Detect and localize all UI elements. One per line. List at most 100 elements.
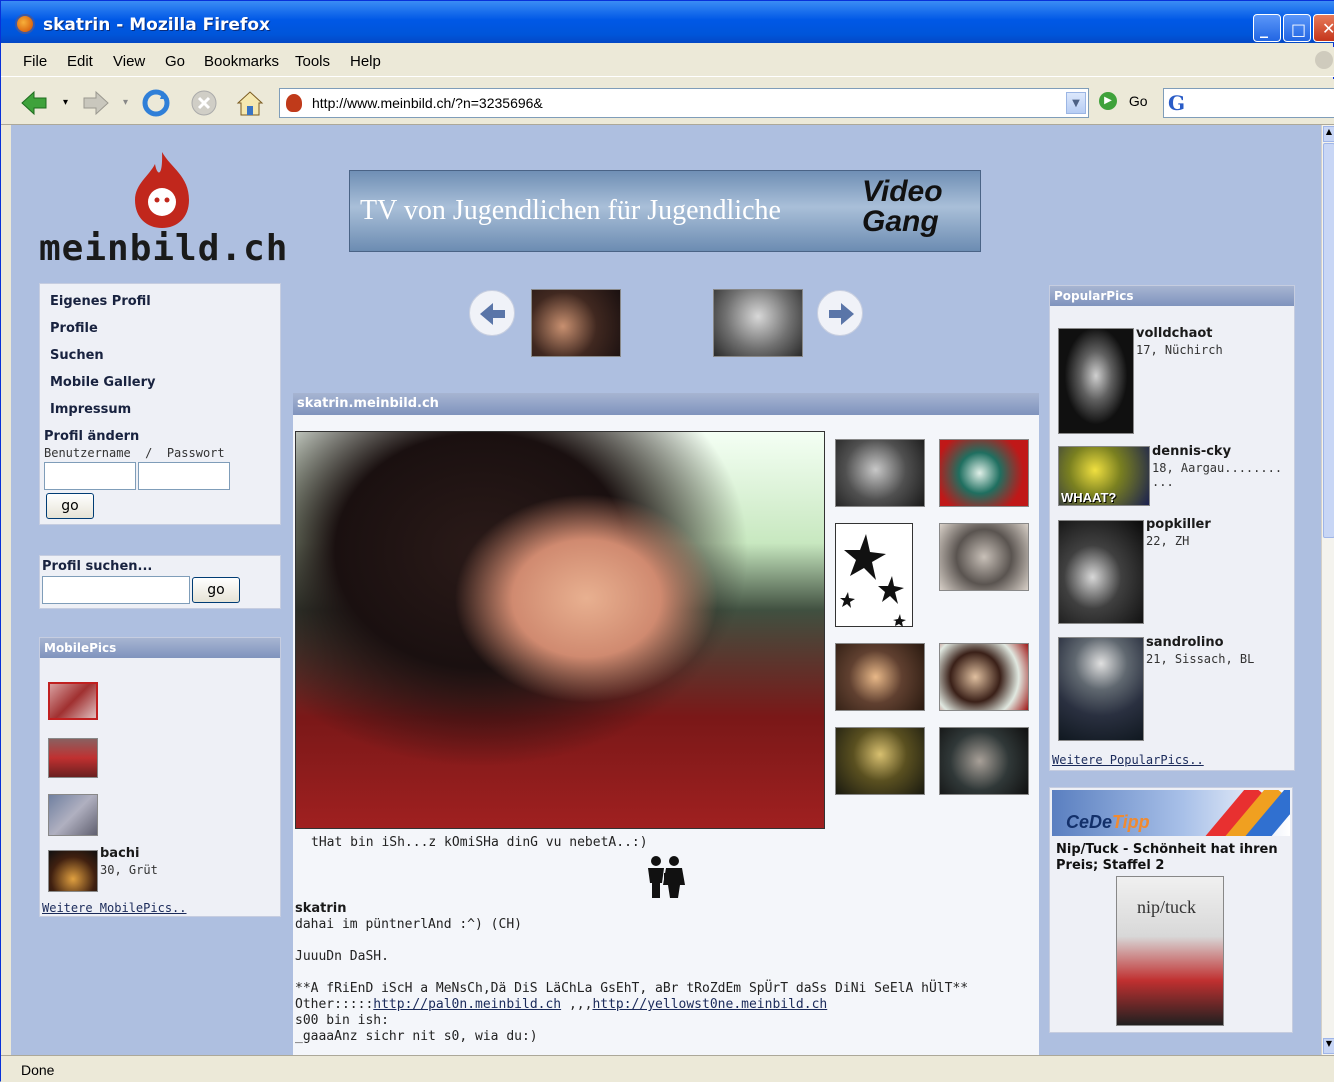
vertical-scrollbar[interactable]: ▲ ▼ [1321,125,1334,1055]
go-area: ▶ Go [1099,92,1148,111]
nav-profile[interactable]: Profile [50,321,98,336]
popular-pic-popkiller[interactable] [1058,520,1144,624]
profile-search-input[interactable] [42,576,190,604]
cede-ad-panel[interactable]: CeDe Tipp Nip/Tuck - Schönheit hat ihren… [1049,787,1293,1033]
address-dropdown-icon[interactable]: ▼ [1066,92,1086,114]
menu-go[interactable]: Go [165,53,185,70]
mobilepics-header: MobilePics [40,638,280,658]
profile-line-7: _gaaaAnz sichr nit s0, wia du:) [295,1029,538,1044]
main-profile-photo[interactable] [295,431,825,829]
right-arrow-icon [829,303,854,325]
video-gang-banner[interactable]: TV von Jugendlichen für Jugendliche Vide… [349,170,981,252]
menu-file[interactable]: File [23,53,47,70]
stop-icon[interactable] [189,89,219,117]
reload-icon[interactable] [141,89,171,117]
home-icon[interactable] [235,89,265,117]
mobilepic-user-name[interactable]: bachi [100,846,140,861]
nav-suchen[interactable]: Suchen [50,348,104,363]
cover-title: nip/tuck [1137,897,1196,917]
mobilepic-bachi[interactable] [48,850,98,892]
minimize-button[interactable]: _ [1253,14,1281,42]
popular-user-3-name[interactable]: popkiller [1146,517,1211,532]
nav-impressum[interactable]: Impressum [50,402,131,417]
gallery-photo-1[interactable] [835,439,925,507]
popular-user-4-info: 21, Sissach, BL [1146,652,1255,666]
scroll-thumb[interactable] [1323,143,1334,538]
popular-user-2-name[interactable]: dennis-cky [1152,444,1231,459]
gallery-photo-6[interactable] [939,643,1029,711]
profile-username: skatrin [295,901,347,916]
other-link-1[interactable]: http://pal0n.meinbild.ch [373,997,561,1012]
nav-panel: Eigenes Profil Profile Suchen Mobile Gal… [39,283,281,525]
cede-tipp: Tipp [1112,812,1150,832]
address-url[interactable]: http://www.meinbild.ch/?n=3235696& [312,95,543,111]
maximize-button[interactable]: □ [1283,14,1311,42]
whaat-text: WHAAT? [1061,490,1117,505]
gallery-photo-7[interactable] [835,727,925,795]
gallery-photo-4[interactable] [939,523,1029,591]
site-favicon [286,94,302,112]
scroll-down-icon[interactable]: ▼ [1323,1038,1334,1054]
menu-tools[interactable]: Tools [295,53,330,70]
niptuck-cover[interactable]: nip/tuck [1116,876,1224,1026]
meinbild-flame-logo-icon [135,152,189,228]
search-box[interactable]: G [1163,88,1334,118]
search-panel: Profil suchen... go [39,555,281,609]
gallery-photo-5[interactable] [835,643,925,711]
search-label: Profil suchen... [42,559,153,574]
page-content: meinbild.ch TV von Jugendlichen für Juge… [11,125,1321,1055]
banner-text: TV von Jugendlichen für Jugendliche [360,195,781,226]
gallery-photo-2[interactable] [939,439,1029,507]
menu-edit[interactable]: Edit [67,53,93,70]
photo-caption: tHat bin iSh...z kOmiSHa dinG vu nebetA.… [311,835,648,850]
profile-line-1: dahai im püntnerlAnd :^) (CH) [295,917,522,932]
popular-pic-dennis-cky[interactable]: WHAAT? [1058,446,1150,506]
firefox-icon [15,14,35,34]
previous-profile-button[interactable] [469,290,515,336]
next-profile-button[interactable] [817,290,863,336]
scroll-up-icon[interactable]: ▲ [1323,126,1334,142]
popular-pic-volldchaot[interactable] [1058,328,1134,434]
go-button[interactable]: Go [1129,93,1148,109]
popular-user-4-name[interactable]: sandrolino [1146,635,1224,650]
nav-mobile-gallery[interactable]: Mobile Gallery [50,375,156,390]
go-icon[interactable]: ▶ [1099,92,1117,111]
profile-line-3: JuuuDn DaSH. [295,949,389,964]
forward-icon[interactable] [81,89,111,117]
gallery-photo-8[interactable] [939,727,1029,795]
mobilepic-3[interactable] [48,794,98,836]
stars-icon [840,534,906,627]
address-bar[interactable]: http://www.meinbild.ch/?n=3235696& ▼ [279,88,1089,118]
mobilepic-2[interactable] [48,738,98,778]
profile-line-5: **A fRiEnD iScH a MeNsCh,Dä DiS LäChLa G… [295,981,969,996]
close-button[interactable]: ✕ [1313,14,1334,42]
mobilepic-1[interactable] [48,682,98,720]
menu-bookmarks[interactable]: Bookmarks [204,53,279,70]
back-dropdown-icon[interactable]: ▾ [63,97,68,108]
back-icon[interactable] [19,89,49,117]
profile-panel: skatrin.meinbild.ch tHat bin iSh...z kOm… [293,393,1039,1055]
more-mobilepics-link[interactable]: Weitere MobilePics.. [42,901,187,915]
more-popularpics-link[interactable]: Weitere PopularPics.. [1052,753,1204,767]
previous-profile-thumb[interactable] [531,289,621,357]
menu-view[interactable]: View [113,53,145,70]
other-link-2[interactable]: http://yellowst0ne.meinbild.ch [592,997,827,1012]
profile-line-4 [295,965,1035,981]
search-go-button[interactable]: go [192,577,240,603]
gallery-photo-3[interactable] [835,523,913,627]
window-title: skatrin - Mozilla Firefox [43,15,270,35]
password-input[interactable] [138,462,230,490]
profile-header: skatrin.meinbild.ch [293,393,1039,415]
popular-user-1-name[interactable]: volldchaot [1136,326,1213,341]
popular-user-3-info: 22, ZH [1146,534,1190,548]
ad-title[interactable]: Nip/Tuck - Schönheit hat ihren Preis; St… [1056,842,1288,874]
nav-eigenes-profil[interactable]: Eigenes Profil [50,294,151,309]
menu-help[interactable]: Help [350,53,381,70]
username-input[interactable] [44,462,136,490]
site-logo-text[interactable]: meinbild.ch [39,228,288,269]
next-profile-thumb[interactable] [713,289,803,357]
popular-pic-sandrolino[interactable] [1058,637,1144,741]
login-go-button[interactable]: go [46,493,94,519]
title-bar: skatrin - Mozilla Firefox _ □ ✕ [1,1,1334,43]
forward-dropdown-icon[interactable]: ▾ [123,97,128,108]
